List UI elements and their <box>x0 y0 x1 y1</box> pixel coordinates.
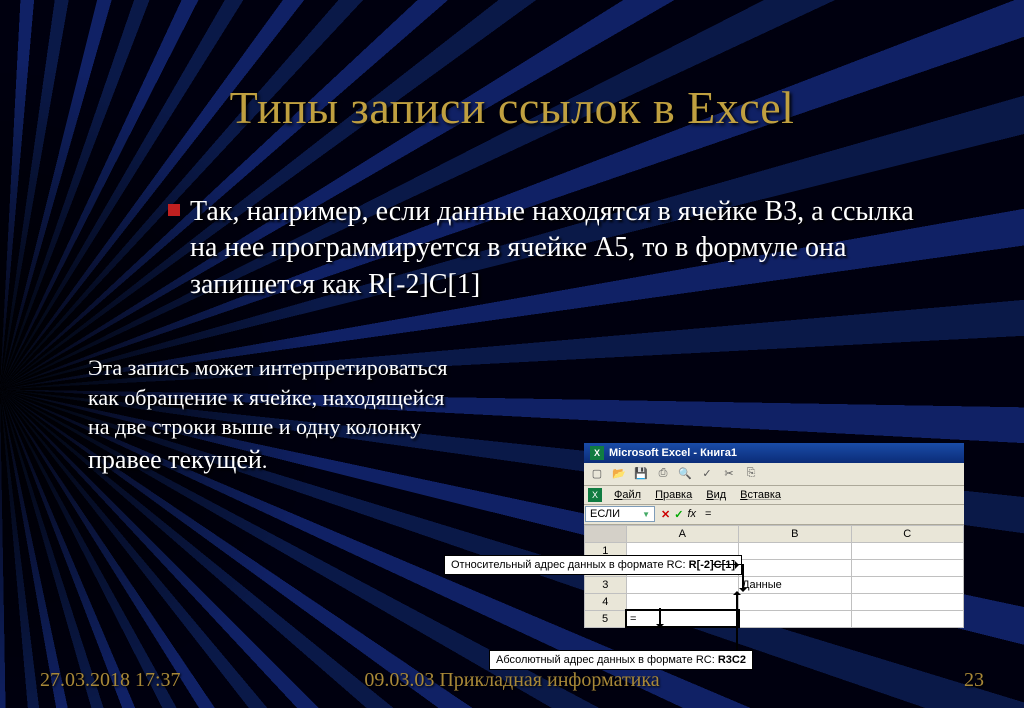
cut-icon[interactable]: ✂ <box>721 466 737 482</box>
slide-content: Типы записи ссылок в Excel Так, например… <box>0 0 1024 708</box>
name-box-value: ЕСЛИ <box>590 508 620 520</box>
accept-icon[interactable]: ✓ <box>674 508 683 521</box>
formula-bar: ЕСЛИ ▼ ✕ ✓ fx = <box>584 505 964 525</box>
body-text-1-content: Так, например, если данные находятся в я… <box>190 196 914 300</box>
spreadsheet-grid: A B C 1 2 3 <box>584 525 964 629</box>
callout2-value: R3C2 <box>718 654 746 666</box>
spell-icon[interactable]: ✓ <box>699 466 715 482</box>
cell-c5[interactable] <box>851 610 964 627</box>
fx-icon[interactable]: fx <box>687 508 696 520</box>
col-header-a[interactable]: A <box>626 525 738 542</box>
excel-screenshot: X Microsoft Excel - Книга1 ▢ 📂 💾 ⎙ 🔍 ✓ ✂… <box>584 443 964 629</box>
cell-b3[interactable]: Данные <box>739 576 851 593</box>
callout2-label: Абсолютный адрес данных в формате RC: <box>496 654 718 666</box>
excel-toolbar: ▢ 📂 💾 ⎙ 🔍 ✓ ✂ ⎘ <box>584 463 964 486</box>
note-part1: Эта запись может интерпретироваться как … <box>88 355 448 439</box>
dropdown-icon: ▼ <box>642 510 650 519</box>
menu-edit[interactable]: Правка <box>649 488 698 502</box>
callout1-label: Относительный адрес данных в формате RC: <box>451 559 689 571</box>
formula-input[interactable]: = <box>701 507 964 521</box>
note-part2: . <box>262 448 268 473</box>
col-header-b[interactable]: B <box>739 525 851 542</box>
footer-datetime: 27.03.2018 17:37 <box>40 669 181 692</box>
cell-a4[interactable] <box>626 593 738 610</box>
footer-page-number: 23 <box>964 669 984 692</box>
bullet-icon <box>168 204 180 216</box>
arrow-callout2-v <box>736 595 738 650</box>
open-icon[interactable]: 📂 <box>611 466 627 482</box>
slide-title: Типы записи ссылок в Excel <box>60 81 964 134</box>
arrow-callout1-to-b3 <box>742 564 744 588</box>
row-header-5[interactable]: 5 <box>585 610 627 627</box>
cell-b2[interactable] <box>739 559 851 576</box>
row-header-4[interactable]: 4 <box>585 593 627 610</box>
preview-icon[interactable]: 🔍 <box>677 466 693 482</box>
note-emph: правее текущей <box>88 445 262 474</box>
excel-menubar: X Файл Правка Вид Вставка <box>584 486 964 505</box>
cell-c3[interactable] <box>851 576 964 593</box>
cancel-icon[interactable]: ✕ <box>661 508 670 521</box>
fx-buttons: ✕ ✓ fx <box>656 508 701 521</box>
arrow-b3-to-a5 <box>659 608 661 624</box>
footer-subject: 09.03.03 Прикладная информатика <box>364 669 659 692</box>
cell-a3[interactable] <box>626 576 738 593</box>
menu-view[interactable]: Вид <box>700 488 732 502</box>
body-text-1: Так, например, если данные находятся в я… <box>60 194 964 303</box>
name-box[interactable]: ЕСЛИ ▼ <box>585 506 655 522</box>
excel-window-title: Microsoft Excel - Книга1 <box>609 447 737 459</box>
save-icon[interactable]: 💾 <box>633 466 649 482</box>
row-header-3[interactable]: 3 <box>585 576 627 593</box>
excel-window: X Microsoft Excel - Книга1 ▢ 📂 💾 ⎙ 🔍 ✓ ✂… <box>584 443 964 629</box>
menu-insert[interactable]: Вставка <box>734 488 787 502</box>
menu-file[interactable]: Файл <box>608 488 647 502</box>
callout-relative: Относительный адрес данных в формате RC:… <box>444 555 742 575</box>
cell-c1[interactable] <box>851 542 964 559</box>
slide-footer: 27.03.2018 17:37 09.03.03 Прикладная инф… <box>0 669 1024 692</box>
excel-app-icon: X <box>590 446 604 460</box>
col-header-c[interactable]: C <box>851 525 964 542</box>
excel-titlebar: X Microsoft Excel - Книга1 <box>584 443 964 463</box>
select-all-corner[interactable] <box>585 525 627 542</box>
arrow-callout1-h <box>712 564 742 566</box>
callout-absolute: Абсолютный адрес данных в формате RC: R3… <box>489 650 753 670</box>
cell-a5-active[interactable]: = <box>626 610 738 627</box>
new-icon[interactable]: ▢ <box>589 466 605 482</box>
cell-b1[interactable] <box>739 542 851 559</box>
excel-doc-icon: X <box>588 488 602 502</box>
note-text: Эта запись может интерпретироваться как … <box>88 353 448 477</box>
cell-b4[interactable] <box>739 593 851 610</box>
print-icon[interactable]: ⎙ <box>655 466 671 482</box>
cell-c2[interactable] <box>851 559 964 576</box>
cell-c4[interactable] <box>851 593 964 610</box>
cell-b5[interactable] <box>739 610 851 627</box>
copy-icon[interactable]: ⎘ <box>743 466 759 482</box>
